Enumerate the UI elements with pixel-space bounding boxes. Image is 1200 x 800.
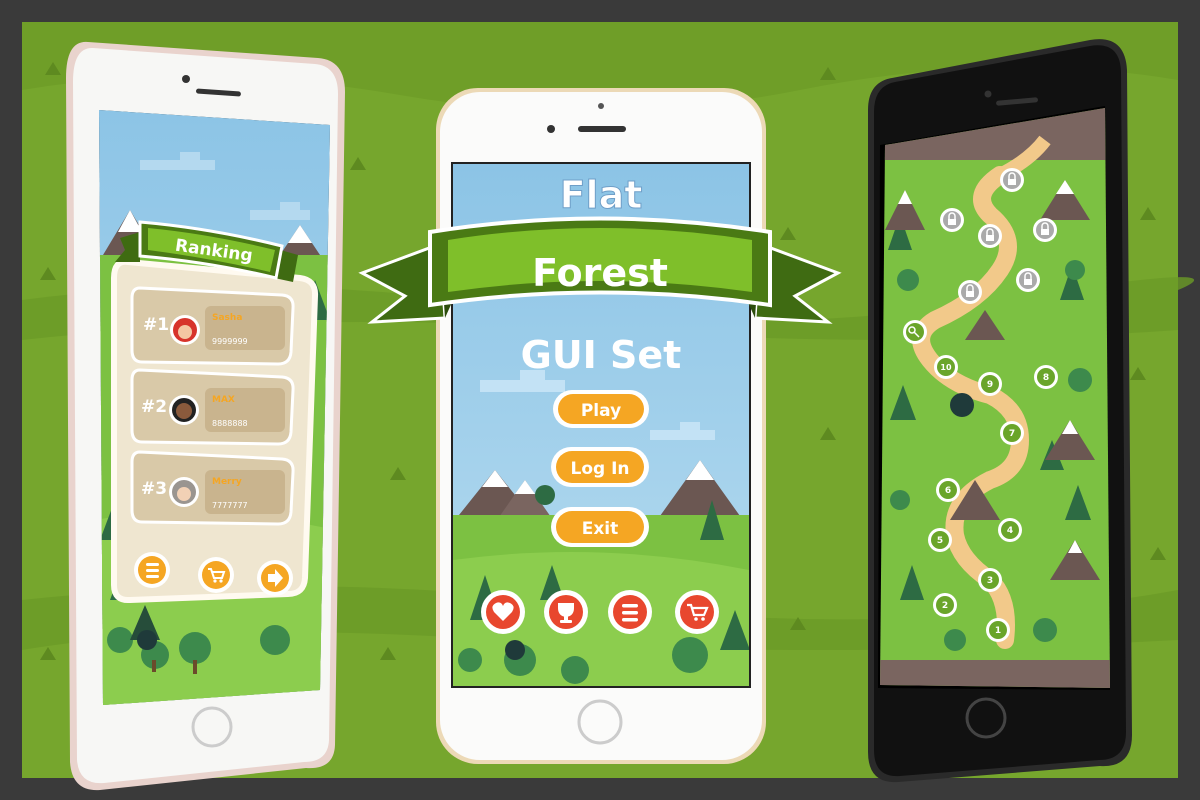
list-icon xyxy=(622,604,638,622)
player-score: 8888888 xyxy=(212,419,248,428)
login-label: Log In xyxy=(570,459,629,479)
ranking-row-1[interactable]: #1 Sasha 9999999 xyxy=(130,286,295,366)
player-score: 9999999 xyxy=(212,337,248,346)
list-button[interactable] xyxy=(134,552,170,588)
level-map-screen: 10 9 8 7 6 5 4 3 2 1 xyxy=(880,108,1110,688)
player-name: MAX xyxy=(212,395,235,405)
player-name: Sasha xyxy=(212,313,242,323)
player-score: 7777777 xyxy=(212,501,248,510)
svg-text:9: 9 xyxy=(987,380,993,390)
level-node-1[interactable]: 1 xyxy=(986,618,1010,642)
rank-number: #1 xyxy=(143,315,169,335)
player-name: Merry xyxy=(212,477,242,487)
level-node-3[interactable]: 3 xyxy=(978,568,1002,592)
locked-level-node[interactable] xyxy=(1000,168,1024,192)
svg-text:8: 8 xyxy=(1043,373,1049,383)
title-gui-set: GUI Set xyxy=(521,333,682,377)
level-node-8[interactable]: 8 xyxy=(1034,365,1058,389)
svg-text:3: 3 xyxy=(987,576,993,586)
exit-button[interactable]: Exit xyxy=(551,507,649,547)
locked-level-node[interactable] xyxy=(978,224,1002,248)
svg-text:4: 4 xyxy=(1007,526,1013,536)
title-flat: Flat xyxy=(560,173,643,217)
cart-button[interactable] xyxy=(198,557,234,593)
locked-level-node[interactable] xyxy=(958,280,982,304)
ranking-row-2[interactable]: #2 MAX 8888888 xyxy=(130,368,295,446)
level-node-4[interactable]: 4 xyxy=(998,518,1022,542)
menu-list-button[interactable] xyxy=(608,590,652,634)
svg-text:2: 2 xyxy=(942,601,948,611)
favorites-button[interactable] xyxy=(481,590,525,634)
right-phone: 10 9 8 7 6 5 4 3 2 1 xyxy=(868,39,1132,783)
level-node-2[interactable]: 2 xyxy=(933,593,957,617)
rank-number: #3 xyxy=(141,479,167,499)
ranking-row-3[interactable]: #3 Merry 7777777 xyxy=(130,450,295,526)
left-phone: Ranking #1 Sasha 9999999 #2 MAX 8888888 … xyxy=(66,41,345,791)
svg-text:10: 10 xyxy=(940,363,952,372)
level-node-9[interactable]: 9 xyxy=(978,372,1002,396)
title-forest: Forest xyxy=(532,251,668,295)
locked-level-node[interactable] xyxy=(940,208,964,232)
svg-text:5: 5 xyxy=(937,536,943,546)
trophy-button[interactable] xyxy=(544,590,588,634)
login-button[interactable]: Log In xyxy=(551,447,649,487)
play-label: Play xyxy=(581,401,621,421)
ranking-screen: Ranking #1 Sasha 9999999 #2 MAX 8888888 … xyxy=(99,110,330,705)
shop-button[interactable] xyxy=(675,590,719,634)
level-node-5[interactable]: 5 xyxy=(928,528,952,552)
svg-text:7: 7 xyxy=(1009,429,1015,439)
level-node-7[interactable]: 7 xyxy=(1000,421,1024,445)
play-button[interactable]: Play xyxy=(553,390,649,428)
list-icon xyxy=(146,563,159,578)
level-node-10[interactable]: 10 xyxy=(934,355,958,379)
level-node-6[interactable]: 6 xyxy=(936,478,960,502)
next-button[interactable] xyxy=(257,560,293,596)
promo-artwork: Ranking #1 Sasha 9999999 #2 MAX 8888888 … xyxy=(0,0,1200,800)
locked-level-node[interactable] xyxy=(1033,218,1057,242)
locked-level-node[interactable] xyxy=(1016,268,1040,292)
svg-text:1: 1 xyxy=(995,626,1001,636)
svg-text:6: 6 xyxy=(945,486,951,496)
key-level-node[interactable] xyxy=(903,320,927,344)
rank-number: #2 xyxy=(141,397,167,417)
exit-label: Exit xyxy=(582,519,619,539)
